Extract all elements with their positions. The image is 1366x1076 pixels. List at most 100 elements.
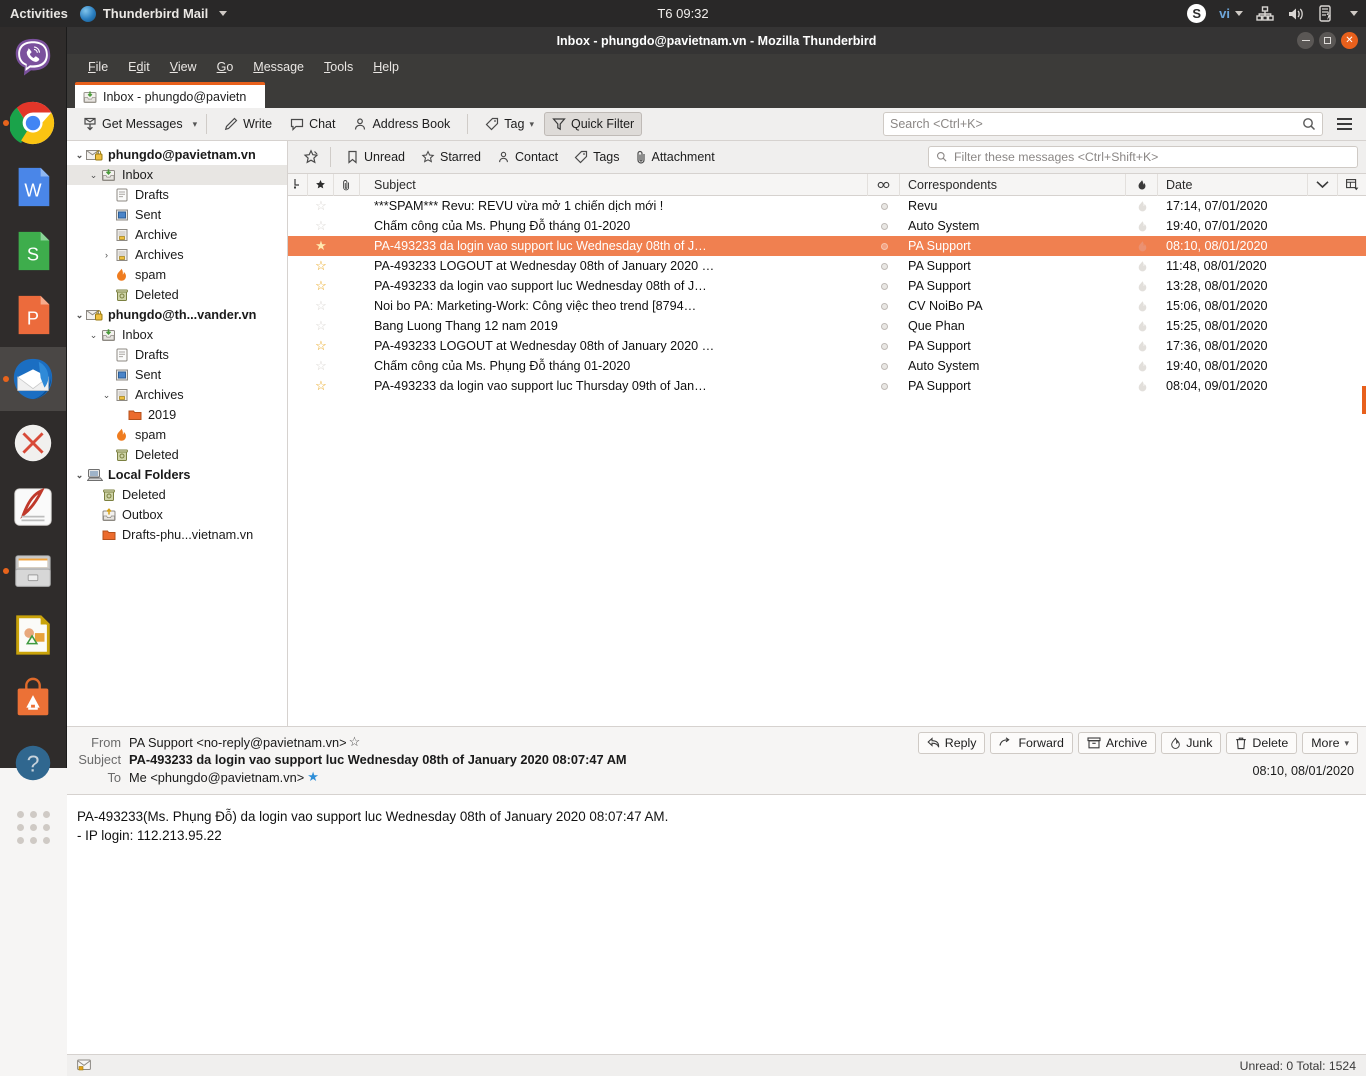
row-star-toggle[interactable]: ☆ — [308, 196, 334, 216]
minimize-button[interactable] — [1297, 32, 1314, 49]
dock-item-unknown-app[interactable] — [0, 411, 66, 475]
app-menu-button[interactable] — [1331, 114, 1358, 134]
row-junk-toggle[interactable] — [1126, 336, 1158, 356]
folder-spam-thvander[interactable]: spam — [67, 425, 287, 445]
chat-button[interactable]: Chat — [282, 112, 343, 136]
quick-filter-button[interactable]: Quick Filter — [543, 112, 643, 136]
menu-file[interactable]: File — [79, 57, 117, 77]
table-row[interactable]: ☆ Chấm công của Ms. Phụng Đỗ tháng 01-20… — [288, 356, 1366, 376]
row-unread-toggle[interactable] — [868, 216, 900, 236]
menu-view[interactable]: View — [161, 57, 206, 77]
folder-spam-pavietnam[interactable]: spam — [67, 265, 287, 285]
forward-button[interactable]: Forward — [990, 732, 1073, 754]
column-star[interactable] — [308, 173, 334, 196]
battery-icon[interactable] — [1318, 5, 1333, 22]
row-unread-toggle[interactable] — [868, 196, 900, 216]
row-star-toggle[interactable]: ☆ — [308, 256, 334, 276]
row-junk-toggle[interactable] — [1126, 236, 1158, 256]
folder-drafts-pavietnam[interactable]: Drafts — [67, 185, 287, 205]
twisty-down-icon[interactable]: ⌄ — [87, 170, 100, 181]
folder-archive-pavietnam[interactable]: Archive — [67, 225, 287, 245]
dock-item-wps-presentation[interactable]: P — [0, 283, 66, 347]
junk-button[interactable]: Junk — [1161, 732, 1222, 754]
row-junk-toggle[interactable] — [1126, 196, 1158, 216]
reply-button[interactable]: Reply — [917, 732, 986, 754]
from-value[interactable]: PA Support <no-reply@pavietnam.vn> — [129, 735, 347, 750]
get-messages-button[interactable]: Get Messages — [75, 112, 191, 136]
maximize-button[interactable] — [1319, 32, 1336, 49]
dock-item-help[interactable]: ? — [0, 731, 66, 795]
tab-inbox[interactable]: Inbox - phungdo@pavietn — [75, 82, 265, 108]
folder-account-thvander[interactable]: ⌄ phungdo@th...vander.vn — [67, 305, 287, 325]
column-junk[interactable] — [1126, 173, 1158, 196]
folder-archives-thvander[interactable]: ⌄ Archives — [67, 385, 287, 405]
message-rows[interactable]: ☆ ***SPAM*** Revu: REVU vừa mở 1 chiến d… — [288, 196, 1366, 726]
row-unread-toggle[interactable] — [868, 336, 900, 356]
row-unread-toggle[interactable] — [868, 356, 900, 376]
row-star-toggle[interactable]: ☆ — [308, 376, 334, 396]
filter-starred-button[interactable]: Starred — [414, 147, 488, 167]
get-messages-chevron-down-icon[interactable]: ▾ — [193, 119, 198, 130]
language-indicator[interactable]: vi — [1219, 6, 1230, 21]
archive-button[interactable]: Archive — [1077, 732, 1157, 754]
row-unread-toggle[interactable] — [868, 256, 900, 276]
folder-account-pavietnam[interactable]: ⌄ phungdo@pavietnam.vn — [67, 145, 287, 165]
row-star-toggle[interactable]: ☆ — [308, 296, 334, 316]
folder-sent-pavietnam[interactable]: Sent — [67, 205, 287, 225]
table-row[interactable]: ☆ Noi bo PA: Marketing-Work: Công việc t… — [288, 296, 1366, 316]
twisty-down-icon[interactable]: ⌄ — [73, 470, 86, 481]
column-thread[interactable] — [288, 173, 308, 196]
more-button[interactable]: More ▾ — [1302, 732, 1358, 754]
dock-item-evince-document-viewer[interactable] — [0, 475, 66, 539]
tag-chevron-down-icon[interactable]: ▾ — [529, 119, 534, 130]
row-unread-toggle[interactable] — [868, 316, 900, 336]
folder-deleted-pavietnam[interactable]: Deleted — [67, 285, 287, 305]
menu-edit[interactable]: Edit — [119, 57, 159, 77]
row-junk-toggle[interactable] — [1126, 276, 1158, 296]
column-date[interactable]: Date — [1158, 173, 1308, 196]
filter-tags-button[interactable]: Tags — [567, 147, 626, 167]
dock-item-wps-writer[interactable]: W — [0, 155, 66, 219]
row-star-toggle[interactable]: ☆ — [308, 336, 334, 356]
row-unread-toggle[interactable] — [868, 376, 900, 396]
folder-drafts-local[interactable]: Drafts-phu...vietnam.vn — [67, 525, 287, 545]
row-star-toggle[interactable]: ☆ — [308, 316, 334, 336]
quick-filter-pin-button[interactable] — [296, 146, 326, 168]
dock-item-ubuntu-software[interactable] — [0, 667, 66, 731]
skype-tray-icon[interactable]: S — [1187, 4, 1207, 23]
folder-deleted-thvander[interactable]: Deleted — [67, 445, 287, 465]
folder-archives-pavietnam[interactable]: › Archives — [67, 245, 287, 265]
twisty-right-icon[interactable]: › — [100, 250, 113, 260]
volume-icon[interactable] — [1287, 6, 1305, 22]
add-contact-star-icon[interactable]: ☆ — [349, 734, 361, 750]
tag-button[interactable]: Tag ▾ — [477, 112, 542, 136]
global-search-box[interactable]: Search <Ctrl+K> — [883, 112, 1323, 136]
twisty-down-icon[interactable]: ⌄ — [87, 330, 100, 341]
language-chevron-down-icon[interactable] — [1235, 11, 1243, 16]
folder-inbox-thvander[interactable]: ⌄ Inbox — [67, 325, 287, 345]
folder-2019[interactable]: 2019 — [67, 405, 287, 425]
dock-item-file-cabinet[interactable] — [0, 539, 66, 603]
filter-contact-button[interactable]: Contact — [490, 147, 565, 167]
twisty-down-icon[interactable]: ⌄ — [100, 390, 113, 401]
row-unread-toggle[interactable] — [868, 276, 900, 296]
row-star-toggle[interactable]: ★ — [308, 236, 334, 256]
close-button[interactable]: ✕ — [1341, 32, 1358, 49]
dock-item-google-chrome[interactable] — [0, 91, 66, 155]
column-unread[interactable] — [868, 173, 900, 196]
menu-help[interactable]: Help — [364, 57, 408, 77]
row-star-toggle[interactable]: ☆ — [308, 216, 334, 236]
column-picker-button[interactable] — [1338, 174, 1366, 196]
row-star-toggle[interactable]: ☆ — [308, 276, 334, 296]
row-unread-toggle[interactable] — [868, 296, 900, 316]
address-book-button[interactable]: Address Book — [345, 112, 458, 136]
row-star-toggle[interactable]: ☆ — [308, 356, 334, 376]
folder-deleted-local[interactable]: Deleted — [67, 485, 287, 505]
quick-filter-search-input[interactable]: Filter these messages <Ctrl+Shift+K> — [928, 146, 1358, 168]
filter-unread-button[interactable]: Unread — [339, 147, 412, 167]
show-applications-button[interactable] — [0, 795, 66, 859]
message-list-scrollbar[interactable] — [1362, 196, 1366, 726]
menu-message[interactable]: Message — [244, 57, 313, 77]
table-row[interactable]: ☆ PA-493233 da login vao support luc Wed… — [288, 276, 1366, 296]
row-junk-toggle[interactable] — [1126, 256, 1158, 276]
